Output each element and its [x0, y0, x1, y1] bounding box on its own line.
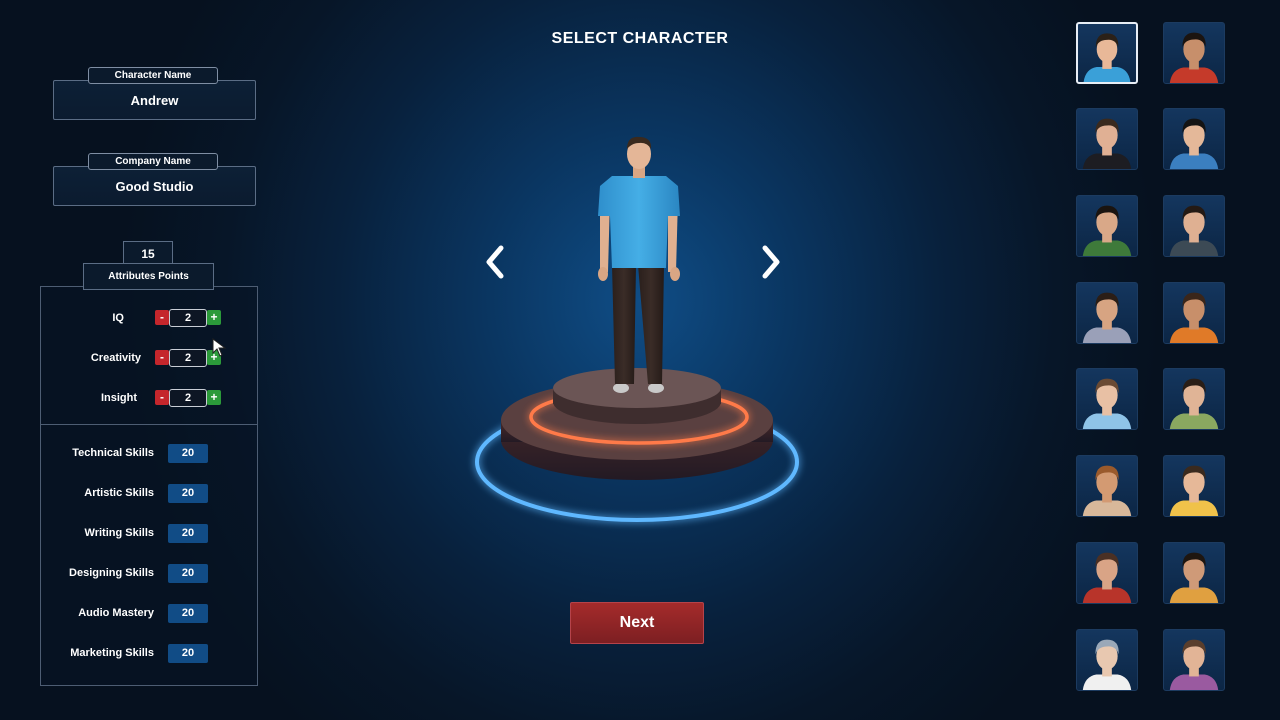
attribute-label: Insight [100, 392, 137, 404]
mouse-cursor-icon [212, 338, 227, 357]
character-model [598, 136, 680, 393]
panel-divider [40, 424, 258, 425]
character-portrait[interactable] [1076, 22, 1138, 84]
character-portrait[interactable] [1076, 368, 1138, 430]
character-portrait[interactable] [1163, 455, 1225, 517]
increase-insight-button[interactable]: + [207, 390, 221, 405]
character-portrait[interactable] [1163, 195, 1225, 257]
skill-label-marketing: Marketing Skills [70, 647, 154, 659]
character-portrait[interactable] [1163, 542, 1225, 604]
skill-value-marketing: 20 [168, 644, 208, 663]
skill-value-designing: 20 [168, 564, 208, 583]
company-name-field[interactable]: Good Studio [53, 166, 256, 206]
decrease-insight-button[interactable]: - [155, 390, 169, 405]
next-button[interactable]: Next [570, 602, 704, 644]
attribute-points-label: Attributes Points [83, 263, 214, 290]
skill-value-technical: 20 [168, 444, 208, 463]
character-portrait[interactable] [1076, 629, 1138, 691]
character-portrait[interactable] [1076, 542, 1138, 604]
chevron-right-icon[interactable] [758, 245, 784, 279]
skill-value-writing: 20 [168, 524, 208, 543]
character-portrait[interactable] [1076, 195, 1138, 257]
creativity-value: 2 [169, 349, 207, 367]
iq-value: 2 [169, 309, 207, 327]
increase-iq-button[interactable]: + [207, 310, 221, 325]
attribute-label: Creativity [90, 352, 141, 364]
character-portrait[interactable] [1076, 282, 1138, 344]
character-portrait[interactable] [1163, 108, 1225, 170]
character-portrait[interactable] [1076, 108, 1138, 170]
character-portrait[interactable] [1163, 368, 1225, 430]
insight-value: 2 [169, 389, 207, 407]
character-name-field[interactable]: Andrew [53, 80, 256, 120]
chevron-left-icon[interactable] [482, 245, 508, 279]
character-portrait[interactable] [1163, 282, 1225, 344]
decrease-creativity-button[interactable]: - [155, 350, 169, 365]
attribute-label: IQ [112, 312, 124, 324]
skill-label-artistic: Artistic Skills [84, 487, 154, 499]
character-stage [475, 136, 799, 522]
skill-value-artistic: 20 [168, 484, 208, 503]
decrease-iq-button[interactable]: - [155, 310, 169, 325]
skill-label-audio: Audio Mastery [78, 607, 154, 619]
character-name-label: Character Name [88, 67, 218, 84]
character-portrait[interactable] [1163, 629, 1225, 691]
character-portrait[interactable] [1076, 455, 1138, 517]
company-name-label: Company Name [88, 153, 218, 170]
character-portrait[interactable] [1163, 22, 1225, 84]
skill-label-writing: Writing Skills [84, 527, 154, 539]
skill-label-technical: Technical Skills [72, 447, 154, 459]
skill-label-designing: Designing Skills [69, 567, 154, 579]
skill-value-audio: 20 [168, 604, 208, 623]
